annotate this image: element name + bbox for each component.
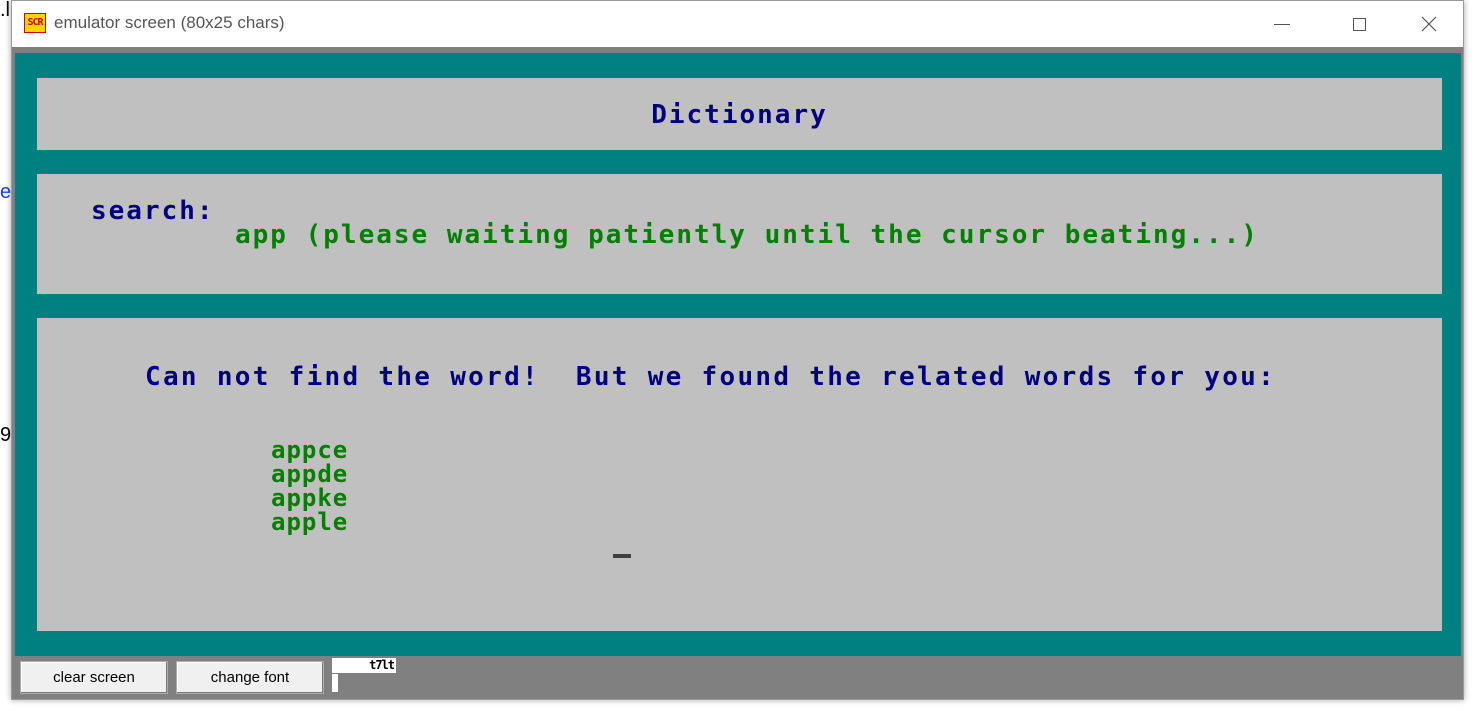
app-icon: SCR (24, 13, 46, 33)
title-panel: Dictionary (37, 78, 1442, 150)
clear-screen-button[interactable]: clear screen (20, 661, 168, 694)
close-button[interactable] (1394, 1, 1464, 47)
window-title: emulator screen (80x25 chars) (54, 13, 285, 32)
related-word: appce (271, 436, 349, 464)
search-label: search: (91, 196, 215, 226)
maximize-button[interactable] (1324, 1, 1394, 47)
related-word: appde (271, 460, 349, 488)
related-word: appke (271, 484, 349, 512)
not-found-message: Can not find the word! But we found the … (145, 362, 1277, 392)
related-word: apple (271, 508, 349, 536)
title-bar[interactable]: SCR emulator screen (80x25 chars) (12, 1, 1463, 47)
emulator-window: SCR emulator screen (80x25 chars) Dictio… (11, 0, 1464, 700)
minimize-icon (1274, 23, 1290, 25)
close-icon (1421, 16, 1437, 32)
page-title: Dictionary (651, 100, 828, 130)
results-panel: Can not find the word! But we found the … (37, 318, 1442, 631)
text-cursor (613, 554, 631, 558)
related-words-list: appce appde appke apple (271, 438, 348, 534)
background-text-fragment: .l (0, 0, 10, 21)
status-indicator-bar (332, 674, 338, 692)
minimize-button[interactable] (1247, 1, 1317, 47)
client-area: Dictionary search: app (please waiting p… (12, 47, 1463, 699)
search-input-value: app (please waiting patiently until the … (235, 220, 1259, 250)
change-font-button[interactable]: change font (176, 661, 324, 694)
status-indicator: t7lt (332, 658, 396, 673)
emulator-screen[interactable]: Dictionary search: app (please waiting p… (15, 53, 1461, 656)
search-panel: search: app (please waiting patiently un… (37, 174, 1442, 294)
maximize-icon (1352, 17, 1366, 31)
